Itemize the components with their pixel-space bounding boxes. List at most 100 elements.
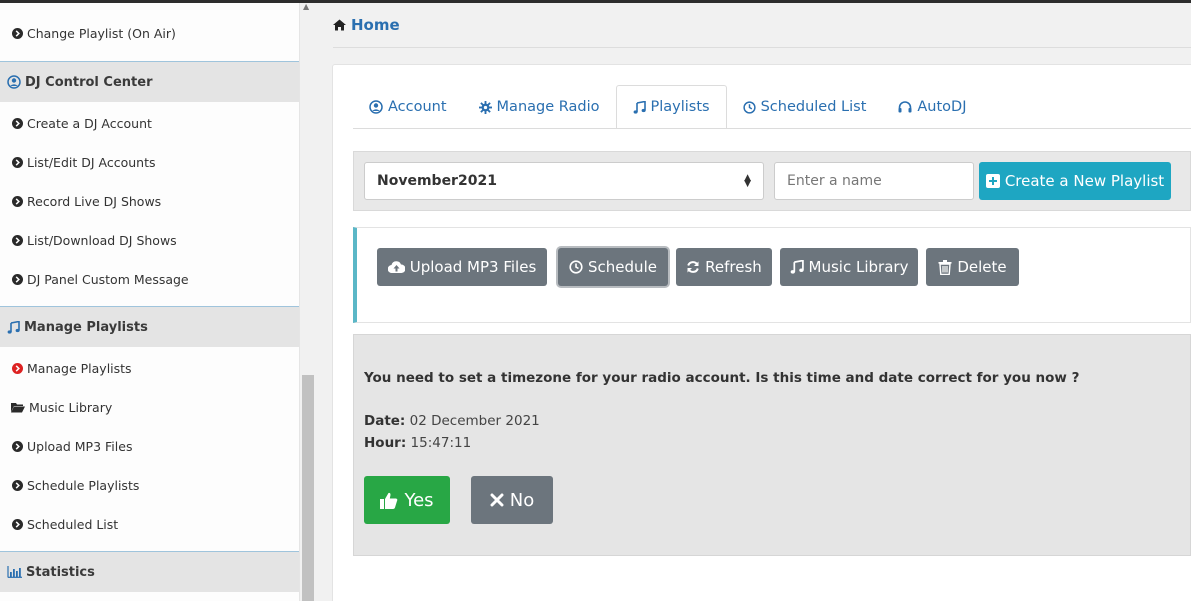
sidebar-item-label: Schedule Playlists xyxy=(27,478,140,493)
music-library-label: Music Library xyxy=(808,258,909,276)
sidebar-item-scheduled-list[interactable]: Scheduled List xyxy=(0,505,299,544)
yes-button[interactable]: Yes xyxy=(364,476,450,524)
sidebar-section-title: Manage Playlists xyxy=(24,319,148,335)
gear-icon xyxy=(478,100,492,114)
hour-value: 15:47:11 xyxy=(410,435,472,451)
sidebar-item-label: List/Download DJ Shows xyxy=(27,233,177,248)
headphones-icon xyxy=(898,101,912,113)
hour-label: Hour: xyxy=(364,435,407,451)
sidebar-item-list-edit-dj-accounts[interactable]: List/Edit DJ Accounts xyxy=(0,143,299,182)
sidebar-item-record-live-dj-shows[interactable]: Record Live DJ Shows xyxy=(0,182,299,221)
no-label: No xyxy=(509,489,535,511)
chevron-circle-right-red-icon xyxy=(11,363,23,375)
chevron-circle-right-icon xyxy=(11,519,23,531)
schedule-button[interactable]: Schedule xyxy=(558,248,668,286)
sidebar-item-list-download-dj-shows[interactable]: List/Download DJ Shows xyxy=(0,221,299,260)
breadcrumb[interactable]: Home xyxy=(333,16,400,34)
tab-label: Playlists xyxy=(650,99,710,115)
music-library-button[interactable]: Music Library xyxy=(780,248,918,286)
tab-account[interactable]: Account xyxy=(353,85,463,129)
chevron-circle-right-icon xyxy=(11,157,23,169)
sidebar-item-label: List/Edit DJ Accounts xyxy=(27,155,156,170)
timezone-message: You need to set a timezone for your radi… xyxy=(364,370,1080,386)
refresh-button[interactable]: Refresh xyxy=(676,248,772,286)
home-icon xyxy=(333,19,346,31)
sidebar: Change Playlist (On Air) DJ Control Cent… xyxy=(0,3,300,601)
upload-mp3-label: Upload MP3 Files xyxy=(409,258,537,276)
playlist-name-input[interactable] xyxy=(774,162,974,200)
breadcrumb-home-label: Home xyxy=(351,16,400,34)
user-circle-icon xyxy=(7,75,21,89)
sidebar-item-upload-mp3-files[interactable]: Upload MP3 Files xyxy=(0,427,299,466)
sidebar-section-dj-control-center[interactable]: DJ Control Center xyxy=(0,61,299,102)
scroll-up-arrow-icon[interactable]: ▲ xyxy=(303,2,309,11)
trash-icon xyxy=(938,259,952,275)
tab-label: Account xyxy=(388,99,447,115)
chevron-circle-right-icon xyxy=(11,235,23,247)
refresh-label: Refresh xyxy=(705,258,762,276)
sidebar-item-label: Create a DJ Account xyxy=(27,116,152,131)
date-label: Date: xyxy=(364,413,406,429)
sidebar-scrollbar-thumb[interactable] xyxy=(302,375,314,601)
sidebar-item-change-playlist[interactable]: Change Playlist (On Air) xyxy=(0,14,299,53)
sidebar-section-title: Statistics xyxy=(26,564,95,580)
clock-icon xyxy=(569,260,583,274)
sidebar-item-label: Scheduled List xyxy=(27,517,119,532)
delete-label: Delete xyxy=(957,258,1007,276)
chevron-circle-right-icon xyxy=(11,196,23,208)
playlist-select[interactable]: November2021 ▲ ▼ xyxy=(364,162,764,200)
tab-bar-divider xyxy=(353,128,1191,129)
sidebar-section-statistics[interactable]: Statistics xyxy=(0,551,299,592)
sidebar-section-manage-playlists[interactable]: Manage Playlists xyxy=(0,306,299,347)
music-note-icon xyxy=(790,260,804,274)
date-value: 02 December 2021 xyxy=(409,413,540,429)
clock-icon xyxy=(742,100,756,114)
sidebar-item-schedule-playlists[interactable]: Schedule Playlists xyxy=(0,466,299,505)
no-button[interactable]: No xyxy=(471,476,553,524)
tab-label: Scheduled List xyxy=(760,99,867,115)
schedule-label: Schedule xyxy=(588,258,657,276)
chevron-circle-right-icon xyxy=(11,118,23,130)
sidebar-item-dj-panel-custom-message[interactable]: DJ Panel Custom Message xyxy=(0,260,299,299)
sidebar-item-label: Upload MP3 Files xyxy=(27,439,133,454)
music-note-icon xyxy=(633,100,646,114)
chevron-circle-right-icon xyxy=(11,274,23,286)
breadcrumb-divider xyxy=(333,47,1191,48)
create-playlist-label: Create a New Playlist xyxy=(1004,172,1165,190)
sidebar-item-label: DJ Panel Custom Message xyxy=(27,272,189,287)
sidebar-item-label: Record Live DJ Shows xyxy=(27,194,162,209)
cloud-upload-icon xyxy=(387,261,405,273)
tab-playlists[interactable]: Playlists xyxy=(615,85,727,129)
timezone-date-row: Date: 02 December 2021 xyxy=(364,413,540,429)
tab-scheduled-list[interactable]: Scheduled List xyxy=(727,85,883,129)
tab-label: Manage Radio xyxy=(496,99,600,115)
playlist-select-value: November2021 xyxy=(377,173,497,189)
close-icon xyxy=(490,493,504,507)
music-note-icon xyxy=(7,320,20,334)
create-playlist-button[interactable]: Create a New Playlist xyxy=(979,162,1171,200)
tab-manage-radio[interactable]: Manage Radio xyxy=(463,85,616,129)
refresh-icon xyxy=(686,260,700,274)
bar-chart-icon xyxy=(7,566,22,578)
user-circle-icon xyxy=(369,100,383,114)
sidebar-section-title: DJ Control Center xyxy=(25,74,153,90)
sidebar-item-label: Change Playlist (On Air) xyxy=(27,26,176,41)
timezone-hour-row: Hour: 15:47:11 xyxy=(364,435,471,451)
upload-mp3-button[interactable]: Upload MP3 Files xyxy=(377,248,547,286)
delete-button[interactable]: Delete xyxy=(926,248,1019,286)
chevron-circle-right-icon xyxy=(11,480,23,492)
yes-label: Yes xyxy=(404,489,434,511)
folder-open-icon xyxy=(11,402,25,414)
plus-square-icon xyxy=(985,174,1000,188)
chevron-circle-right-icon xyxy=(11,28,23,40)
chevron-circle-right-icon xyxy=(11,441,23,453)
sidebar-item-label: Manage Playlists xyxy=(27,361,132,376)
sidebar-item-create-dj-account[interactable]: Create a DJ Account xyxy=(0,104,299,143)
thumbs-up-icon xyxy=(380,492,398,509)
tab-autodj[interactable]: AutoDJ xyxy=(882,85,982,129)
tab-bar: Account Manage Radio Playlists Scheduled… xyxy=(353,85,983,129)
sidebar-item-label: Music Library xyxy=(29,400,113,415)
tab-label: AutoDJ xyxy=(917,99,967,115)
sidebar-item-music-library[interactable]: Music Library xyxy=(0,388,299,427)
sidebar-item-manage-playlists[interactable]: Manage Playlists xyxy=(0,349,299,388)
